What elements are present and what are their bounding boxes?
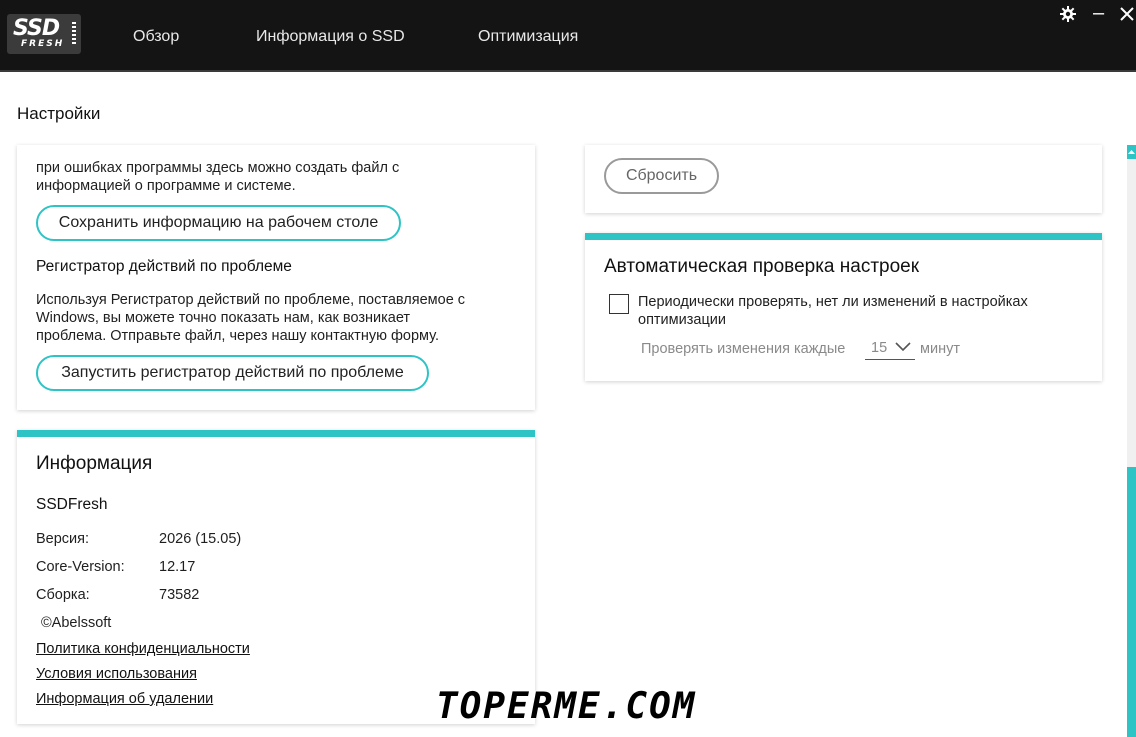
support-intro-line2: информацией о программе и системе. [36,178,296,194]
scroll-thumb[interactable] [1127,467,1136,737]
core-version-value: 12.17 [159,559,196,575]
chevron-down-icon [895,339,911,357]
periodic-check-checkbox[interactable] [609,294,629,314]
start-recorder-button[interactable]: Запустить регистратор действий по пробле… [36,355,429,391]
logo-text: SSD [13,16,60,41]
core-version-label: Core-Version: [36,559,125,575]
minimize-icon[interactable]: – [1093,3,1104,23]
reset-button[interactable]: Сбросить [604,158,719,194]
top-bar: SSD FRESH Обзор Информация о SSD Оптимиз… [0,0,1136,72]
periodic-check-label-line1: Периодически проверять, нет ли изменений… [638,294,1028,310]
recorder-desc-line2: Windows, вы можете точно показать нам, к… [36,310,411,326]
app-logo[interactable]: SSD FRESH [7,14,81,54]
save-info-button[interactable]: Сохранить информацию на рабочем столе [36,205,401,241]
nav-overview[interactable]: Обзор [133,28,179,46]
gear-icon[interactable] [1060,6,1076,25]
uninstall-info-link[interactable]: Информация об удалении [36,691,213,707]
watermark: TOPERME.COM [436,686,697,727]
interval-select[interactable]: 15 [865,336,915,360]
recorder-desc-line3: проблема. Отправьте файл, через нашу кон… [36,328,439,344]
version-label: Версия: [36,531,90,547]
nav-ssd-info[interactable]: Информация о SSD [256,28,405,46]
info-heading: Информация [36,453,153,474]
interval-suffix: минут [920,341,960,357]
recorder-heading: Регистратор действий по проблеме [36,258,292,275]
page-title: Настройки [17,104,101,123]
interval-prefix: Проверять изменения каждые [641,341,846,357]
privacy-link[interactable]: Политика конфиденциальности [36,641,250,657]
support-card: при ошибках программы здесь можно создат… [17,145,535,410]
version-value: 2026 (15.05) [159,531,242,547]
build-value: 73582 [159,587,200,603]
logo-bars [72,22,76,46]
terms-link[interactable]: Условия использования [36,666,197,682]
product-name: SSDFresh [36,496,108,513]
logo-subtext: FRESH [21,39,65,49]
reset-card: Сбросить [585,145,1102,213]
periodic-check-label-line2: оптимизации [638,312,726,328]
info-card: Информация SSDFresh Версия: 2026 (15.05)… [17,430,535,724]
scroll-up-arrow[interactable] [1127,145,1136,159]
auto-check-heading: Автоматическая проверка настроек [604,256,920,277]
recorder-desc-line1: Используя Регистратор действий по пробле… [36,292,466,308]
interval-value: 15 [871,339,888,356]
scrollbar[interactable] [1127,145,1136,737]
support-intro-line1: при ошибках программы здесь можно создат… [36,160,400,176]
build-label: Сборка: [36,587,90,603]
auto-check-card: Автоматическая проверка настроек Периоди… [585,233,1102,381]
copyright: ©Abelssoft [41,615,112,631]
nav-optimization[interactable]: Оптимизация [478,28,578,46]
close-icon[interactable] [1120,6,1134,24]
